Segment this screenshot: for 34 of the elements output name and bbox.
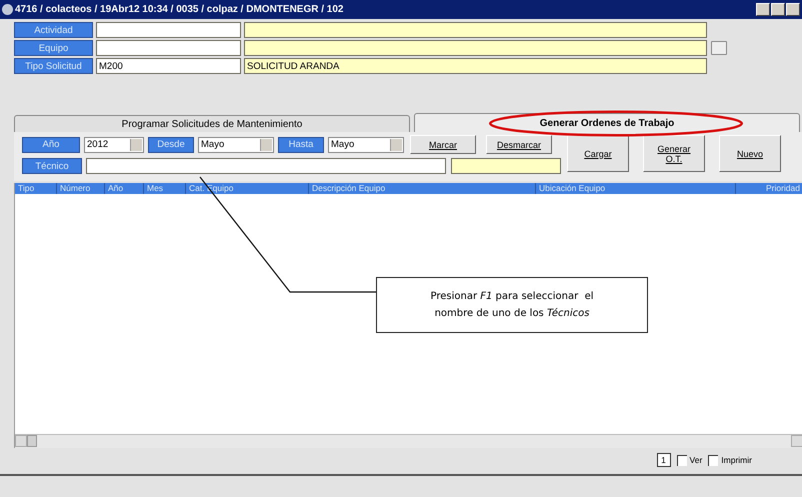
field-label: Hasta (278, 136, 324, 152)
code-field[interactable] (96, 22, 241, 38)
checkbox-label[interactable]: Imprimir (721, 455, 752, 465)
page-number-field[interactable]: 1 (656, 453, 671, 467)
action-button[interactable]: Generar O.T. (643, 135, 705, 172)
callout-note: Presionar F1 para seleccionar el nombre de uno de los Técnicos (429, 290, 594, 321)
minimize-button[interactable] (756, 3, 770, 16)
checkbox[interactable] (676, 454, 687, 466)
technician-field[interactable] (86, 158, 446, 174)
dropdown[interactable]: Mayo (328, 136, 404, 152)
code-field[interactable] (96, 40, 241, 56)
description-field: SOLICITUD ARANDA (244, 58, 707, 74)
field-label: Actividad (14, 22, 93, 38)
field-label: Equipo (14, 40, 93, 56)
code-field[interactable]: M200 (96, 58, 241, 74)
field-label: Tipo Solicitud (14, 58, 93, 74)
field-label: Año (22, 136, 80, 152)
window-title: 4716 / colacteos / 19Abr12 10:34 / 0035 / colpaz / DMONTENEGR / 102 (15, 4, 344, 15)
field-label: Desde (148, 136, 194, 152)
checkbox-label[interactable]: Ver (690, 455, 702, 465)
action-button[interactable]: Cargar (567, 135, 629, 172)
app-icon (2, 4, 13, 15)
maximize-button[interactable] (771, 3, 785, 16)
field-label: Técnico (22, 158, 82, 174)
action-button[interactable]: Marcar (410, 135, 476, 154)
action-button[interactable]: Desmarcar (486, 135, 552, 154)
action-button[interactable]: Nuevo (719, 135, 781, 172)
close-button[interactable] (786, 3, 800, 16)
checkbox[interactable] (708, 454, 718, 466)
horizontal-scrollbar[interactable] (15, 434, 802, 448)
dropdown[interactable]: 2012 (84, 136, 144, 152)
tab[interactable]: Programar Solicitudes de Mantenimiento (14, 115, 410, 132)
scroll-thumb[interactable] (27, 435, 37, 447)
dropdown[interactable]: Mayo (198, 136, 274, 152)
